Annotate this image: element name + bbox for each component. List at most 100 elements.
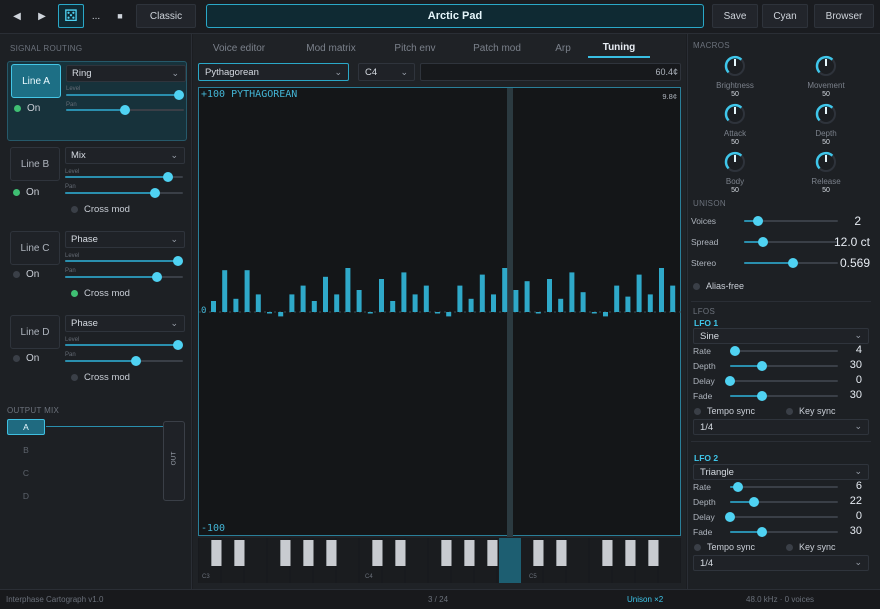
macro-knob[interactable] (814, 54, 838, 78)
tab-tuning[interactable]: Tuning (588, 38, 650, 58)
mix-d-button[interactable]: D (7, 488, 45, 504)
line-c-pan-slider[interactable] (65, 272, 183, 282)
stop-icon[interactable]: ■ (108, 4, 132, 28)
theme-classic-button[interactable]: Classic (136, 4, 196, 28)
slider-thumb[interactable] (174, 90, 185, 100)
lfo1-depth-slider[interactable] (730, 361, 838, 371)
slider-thumb[interactable] (732, 482, 743, 492)
mix-a-button[interactable]: A (7, 419, 45, 435)
scale-select[interactable]: Pythagorean ⌄ (198, 63, 349, 81)
cyan-theme-button[interactable]: Cyan (762, 4, 808, 28)
slider-thumb[interactable] (162, 172, 173, 182)
line-a-pan-slider[interactable] (66, 105, 184, 115)
more-button[interactable]: ... (86, 4, 106, 28)
bottom-label: -100 (201, 523, 226, 534)
line-a-mode-select[interactable]: Ring ⌄ (66, 65, 186, 82)
line-b-on-toggle[interactable]: On (13, 187, 39, 198)
line-d-pan-slider[interactable] (65, 356, 183, 366)
piano-white-key[interactable] (658, 538, 681, 583)
slider-thumb[interactable] (748, 497, 759, 507)
save-button[interactable]: Save (712, 4, 758, 28)
tab-pitch-env[interactable]: Pitch env (380, 38, 450, 58)
lfo2-division-select[interactable]: 1/4 ⌄ (693, 555, 869, 571)
line-a-on-toggle[interactable]: On (14, 103, 40, 114)
macro-label: Body (725, 177, 745, 186)
piano-white-key[interactable] (336, 538, 359, 583)
tuning-bar (468, 298, 474, 312)
macro-knob[interactable] (723, 150, 747, 174)
slider-thumb[interactable] (152, 272, 163, 282)
slider-thumb[interactable] (725, 376, 735, 386)
slider-thumb[interactable] (120, 105, 130, 115)
patch-name[interactable]: Arctic Pad (206, 4, 704, 28)
dice-icon[interactable]: ⚄ (58, 4, 84, 28)
macro-knob[interactable] (723, 102, 747, 126)
tuning-bar (625, 296, 631, 312)
line-d-button[interactable]: Line D (10, 315, 60, 349)
slider-thumb[interactable] (757, 237, 768, 247)
piano-white-key[interactable] (405, 538, 428, 583)
pan-label: Pan (66, 102, 77, 108)
line-c-button[interactable]: Line C (10, 231, 60, 265)
macro-knob[interactable] (723, 54, 747, 78)
line-d-mode-select[interactable]: Phase ⌄ (65, 315, 185, 332)
tuning-graph[interactable]: +100 PYTHAGOREAN 9.8¢ 0 -100 (198, 87, 682, 537)
chevron-down-icon: ⌄ (854, 421, 862, 431)
slider-thumb[interactable] (725, 512, 735, 522)
tab-voice-editor[interactable]: Voice editor (200, 38, 278, 58)
lfo1-tempo-sync-toggle[interactable]: Tempo sync (694, 406, 755, 416)
line-c-mode-select[interactable]: Phase ⌄ (65, 231, 185, 248)
line-b-button[interactable]: Line B (10, 147, 60, 181)
crossmod-indicator (71, 374, 78, 381)
line-a-button[interactable]: Line A (11, 64, 61, 98)
mix-c-button[interactable]: C (7, 465, 45, 481)
alias-free-indicator (693, 282, 700, 290)
lfo1-rate-slider[interactable] (730, 346, 838, 356)
slider-thumb[interactable] (149, 188, 160, 198)
lfo1-wave-select[interactable]: Sine ⌄ (693, 328, 869, 344)
chevron-down-icon: ⌄ (854, 557, 862, 567)
keyboard[interactable]: C3 C4 C5 (198, 538, 681, 583)
lfo2-depth-slider[interactable] (730, 497, 838, 507)
browser-button[interactable]: Browser (814, 4, 874, 28)
lfo1-fade-slider[interactable] (730, 391, 838, 401)
lfo2-wave-select[interactable]: Triangle ⌄ (693, 464, 869, 480)
root-note-select[interactable]: C4 ⌄ (358, 63, 415, 81)
alias-free-toggle[interactable]: Alias-free (693, 281, 744, 291)
route-line-c: Line C On Phase ⌄ Level Pan Cross mod (7, 229, 187, 309)
tab-arp[interactable]: Arp (540, 38, 586, 58)
lfo1-delay-slider[interactable] (725, 376, 838, 386)
slider-thumb[interactable] (173, 256, 184, 266)
line-d-level-slider[interactable] (65, 340, 184, 350)
tab-mod-matrix[interactable]: Mod matrix (292, 38, 370, 58)
lfo1-division-select[interactable]: 1/4 ⌄ (693, 419, 869, 435)
tuning-bar (580, 292, 586, 312)
slider-thumb[interactable] (130, 356, 141, 366)
line-a-level-slider[interactable] (66, 90, 185, 100)
mix-b-button[interactable]: B (7, 442, 45, 458)
piano-white-key[interactable] (244, 538, 267, 583)
line-b-pan-slider[interactable] (65, 188, 183, 198)
lfo2-key-sync-toggle[interactable]: Key sync (786, 542, 836, 552)
line-d-on-toggle[interactable]: On (13, 353, 39, 364)
line-b-level-slider[interactable] (65, 172, 183, 182)
slider-thumb[interactable] (787, 258, 798, 268)
play-icon[interactable]: ▶ (31, 4, 53, 28)
lfo2-delay-slider[interactable] (725, 512, 838, 522)
line-c-level-slider[interactable] (65, 256, 184, 266)
line-c-crossmod-toggle[interactable]: Cross mod (71, 288, 130, 299)
line-c-on-toggle[interactable]: On (13, 269, 39, 280)
lfo1-key-sync-toggle[interactable]: Key sync (786, 406, 836, 416)
line-b-crossmod-toggle[interactable]: Cross mod (71, 204, 130, 215)
macro-knob[interactable] (814, 102, 838, 126)
tab-patch-mod[interactable]: Patch mod (460, 38, 534, 58)
macro-knob[interactable] (814, 150, 838, 174)
line-d-crossmod-toggle[interactable]: Cross mod (71, 372, 130, 383)
piano-white-key[interactable] (566, 538, 589, 583)
line-b-mode-select[interactable]: Mix ⌄ (65, 147, 185, 164)
back-icon[interactable]: ◀ (6, 4, 28, 28)
lfo2-tempo-sync-toggle[interactable]: Tempo sync (694, 542, 755, 552)
lfo2-rate-slider[interactable] (730, 482, 838, 492)
lfo2-fade-slider[interactable] (730, 527, 838, 537)
slider-thumb[interactable] (173, 340, 184, 350)
